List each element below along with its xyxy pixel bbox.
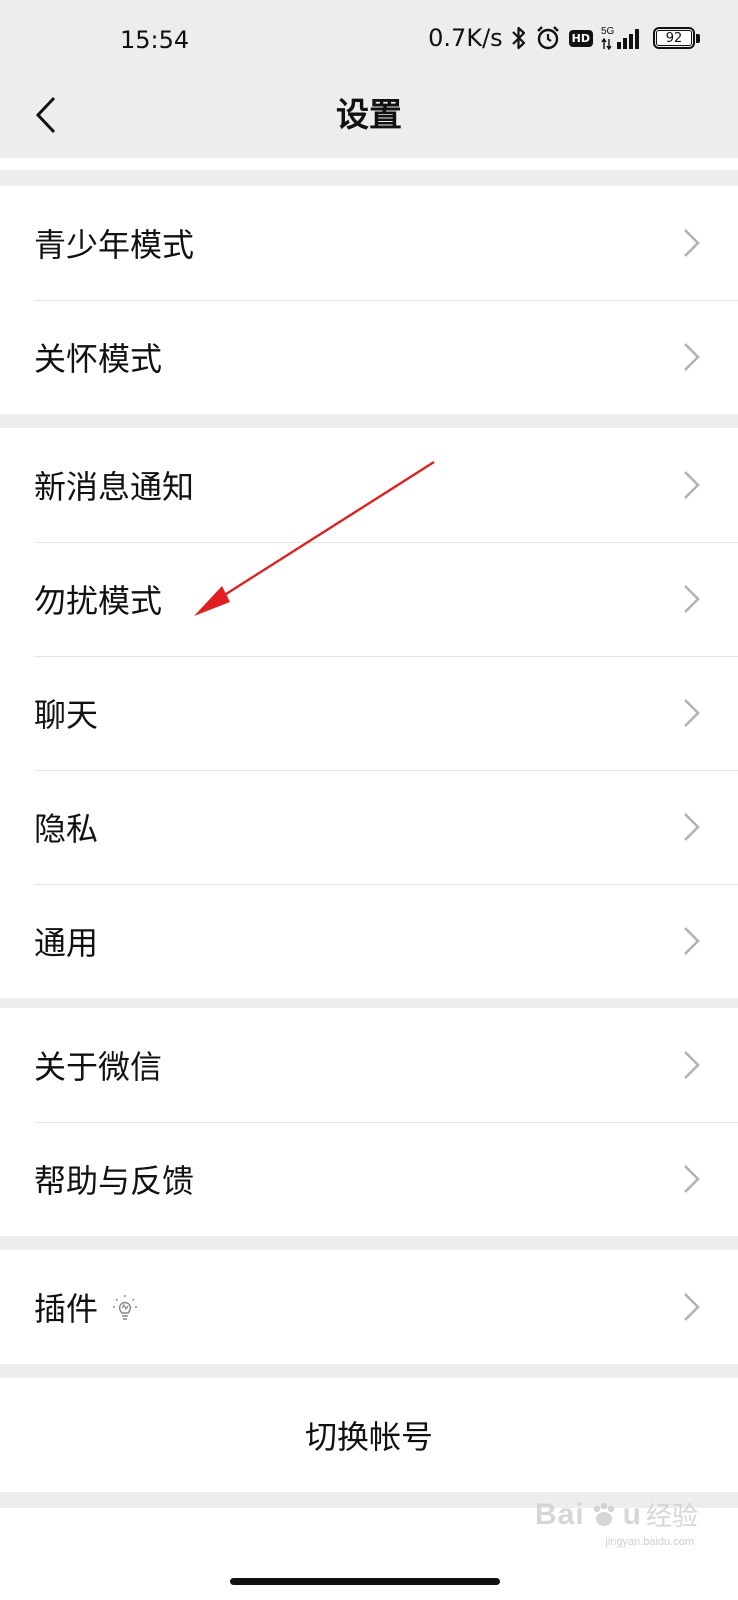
chevron-right-icon — [684, 699, 700, 727]
watermark-brand: Bai — [534, 1497, 585, 1531]
settings-group-3: 关于微信 帮助与反馈 — [0, 1008, 738, 1236]
battery-icon: 92 — [653, 27, 700, 49]
baidu-jingyan-watermark: Bai u 经验 — [535, 1496, 698, 1533]
settings-item-do-not-disturb[interactable]: 勿扰模式 — [0, 542, 738, 656]
settings-item-label: 帮助与反馈 — [34, 1162, 195, 1200]
chevron-right-icon — [684, 813, 700, 841]
page-title: 设置 — [336, 95, 402, 134]
settings-item-label: 关于微信 — [34, 1048, 163, 1086]
settings-item-about-wechat[interactable]: 关于微信 — [0, 1008, 738, 1122]
settings-item-general[interactable]: 通用 — [0, 884, 738, 998]
settings-group-2: 新消息通知 勿扰模式 聊天 隐私 通用 — [0, 428, 738, 998]
settings-item-plugins[interactable]: 插件 — [0, 1250, 738, 1364]
settings-item-label: 勿扰模式 — [34, 582, 163, 620]
settings-group-1: 青少年模式 关怀模式 — [0, 186, 738, 414]
settings-item-label: 聊天 — [34, 696, 99, 734]
chevron-right-icon — [684, 1051, 700, 1079]
settings-item-label: 青少年模式 — [34, 226, 195, 264]
settings-item-privacy[interactable]: 隐私 — [0, 770, 738, 884]
hd-icon: HD — [568, 29, 593, 47]
status-bar: 15:54 0.7K/s HD 5G 92 — [0, 0, 738, 80]
network-speed: 0.7K/s — [428, 24, 503, 52]
settings-item-help-feedback[interactable]: 帮助与反馈 — [0, 1122, 738, 1236]
settings-item-label: 通用 — [34, 924, 99, 962]
watermark-url: jingyan.baidu.com — [605, 1536, 694, 1548]
chevron-right-icon — [684, 1293, 700, 1321]
chevron-right-icon — [684, 343, 700, 371]
settings-group-4: 插件 — [0, 1250, 738, 1364]
settings-item-label: 插件 — [34, 1284, 138, 1330]
signal-icon: 5G — [601, 25, 645, 51]
watermark-cn: 经验 — [645, 1502, 698, 1532]
home-indicator[interactable] — [230, 1578, 500, 1585]
nav-header: 设置 — [0, 80, 738, 158]
chevron-right-icon — [684, 471, 700, 499]
alarm-icon — [535, 25, 561, 51]
chevron-right-icon — [684, 229, 700, 257]
plugins-label-text: 插件 — [34, 1290, 99, 1328]
header-divider-strip — [0, 158, 738, 170]
settings-item-teen-mode[interactable]: 青少年模式 — [0, 186, 738, 300]
chevron-right-icon — [684, 927, 700, 955]
chevron-right-icon — [684, 1165, 700, 1193]
switch-account-button[interactable]: 切换帐号 — [0, 1378, 738, 1492]
settings-item-care-mode[interactable]: 关怀模式 — [0, 300, 738, 414]
settings-item-label: 隐私 — [34, 810, 99, 848]
settings-item-chat[interactable]: 聊天 — [0, 656, 738, 770]
paw-icon — [593, 1502, 614, 1526]
bluetooth-icon — [511, 25, 527, 51]
settings-item-label: 关怀模式 — [34, 340, 163, 378]
settings-item-new-message-notification[interactable]: 新消息通知 — [0, 428, 738, 542]
watermark-brand-end: u — [622, 1497, 642, 1531]
chevron-right-icon — [684, 585, 700, 613]
settings-item-label: 新消息通知 — [34, 468, 195, 506]
status-icons: 0.7K/s HD 5G 92 — [428, 24, 700, 52]
status-time: 15:54 — [120, 26, 190, 54]
lightbulb-icon — [113, 1295, 138, 1320]
signal-type: 5G — [601, 26, 615, 37]
battery-level: 92 — [656, 30, 692, 46]
